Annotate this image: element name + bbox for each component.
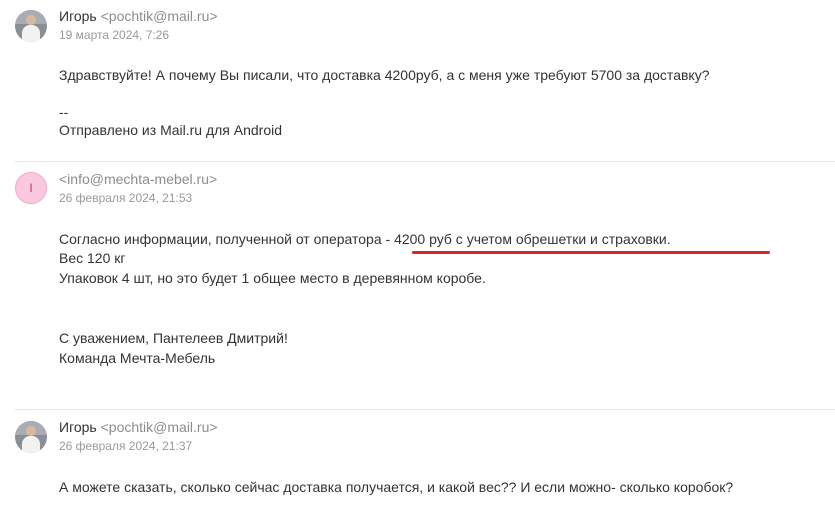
highlight-underline <box>412 251 770 254</box>
sender-name: Игорь <box>59 8 97 24</box>
sender[interactable]: Игорь <pochtik@mail.ru> <box>59 8 218 24</box>
signature-text: Команда Мечта-Мебель <box>59 350 216 366</box>
avatar[interactable]: I <box>15 172 47 204</box>
message-text: Согласно информации, полученной от опера… <box>59 231 671 247</box>
divider <box>15 409 835 410</box>
sender-email: <pochtik@mail.ru> <box>100 8 218 24</box>
divider <box>15 161 835 162</box>
message-text: Здравствуйте! А почему Вы писали, что до… <box>59 67 710 83</box>
message-date: 19 марта 2024, 7:26 <box>59 28 170 42</box>
avatar[interactable] <box>15 10 47 42</box>
signature-text: Отправлено из Mail.ru для Android <box>59 122 283 138</box>
message-date: 26 февраля 2024, 21:37 <box>59 439 193 453</box>
message-date: 26 февраля 2024, 21:53 <box>59 191 193 205</box>
avatar[interactable] <box>15 421 47 453</box>
sender-email: <info@mechta-mebel.ru> <box>59 171 218 187</box>
signature-text: С уважением, Пантелеев Дмитрий! <box>59 330 288 346</box>
sender[interactable]: Игорь <pochtik@mail.ru> <box>59 419 218 435</box>
message-text: Упаковок 4 шт, но это будет 1 общее мест… <box>59 270 486 286</box>
message-text: А можете сказать, сколько сейчас доставк… <box>59 479 734 495</box>
avatar-letter: I <box>29 181 33 195</box>
signature-separator: -- <box>59 104 69 120</box>
message-text: Вес 120 кг <box>59 250 126 266</box>
sender-name: Игорь <box>59 419 97 435</box>
sender[interactable]: <info@mechta-mebel.ru> <box>59 171 217 187</box>
sender-email: <pochtik@mail.ru> <box>100 419 218 435</box>
